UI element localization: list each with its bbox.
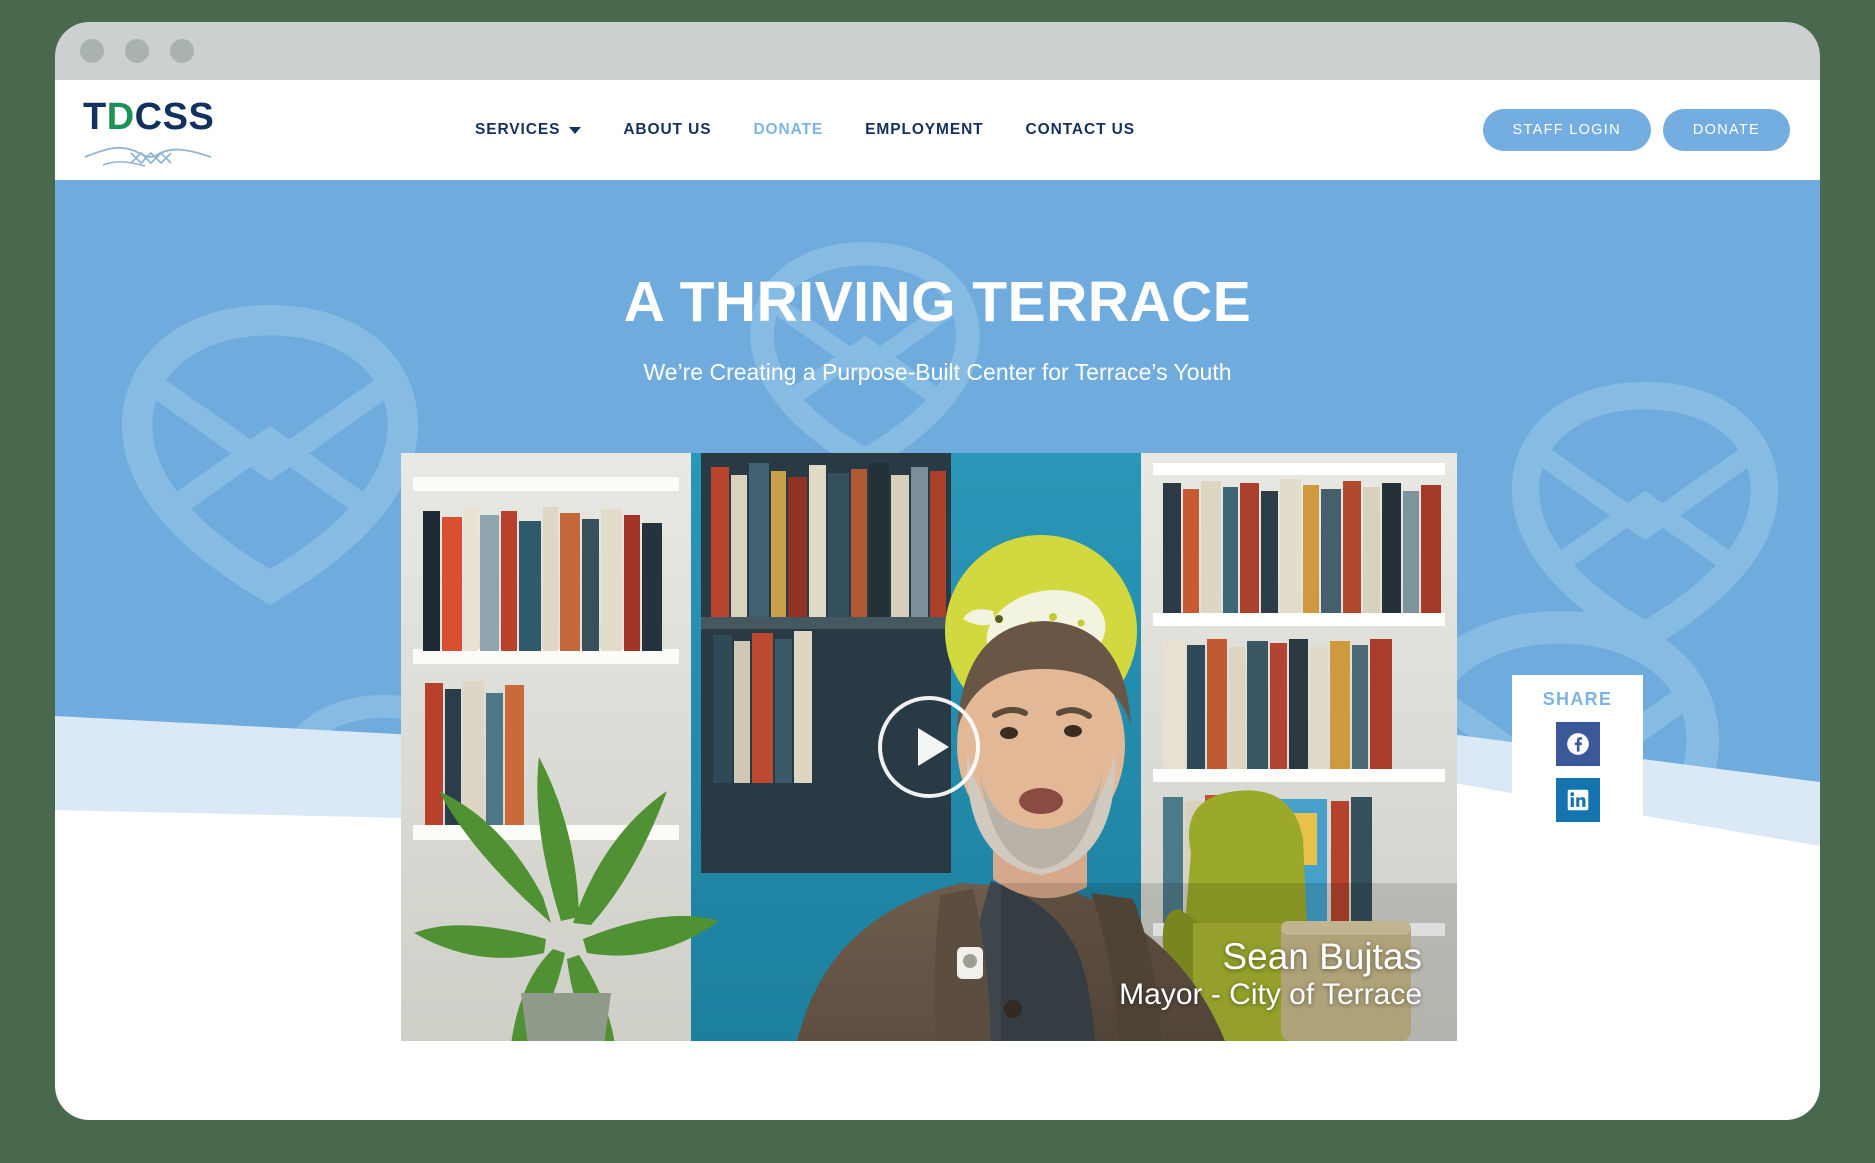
nav-item-donate[interactable]: DONATE	[753, 121, 823, 139]
window-close-dot[interactable]	[80, 39, 104, 63]
window-minimize-dot[interactable]	[125, 39, 149, 63]
nav-item-about-us[interactable]: ABOUT US	[623, 121, 711, 139]
nav-item-services[interactable]: SERVICES	[475, 121, 582, 139]
header-actions: STAFF LOGIN DONATE	[1482, 80, 1790, 180]
mountain-wave-icon	[84, 146, 212, 167]
nav-label-donate: DONATE	[753, 121, 824, 138]
video-caption: Sean Bujtas Mayor - City of Terrace	[1119, 936, 1422, 1013]
linkedin-share-button[interactable]	[1555, 778, 1600, 822]
logo-letter-t: T	[83, 96, 107, 138]
chevron-down-icon	[569, 126, 582, 134]
logo-letters-css: CSS	[134, 96, 215, 138]
facebook-share-button[interactable]	[1555, 722, 1600, 766]
nav-label-employment: EMPLOYMENT	[865, 121, 984, 138]
linkedin-icon	[1567, 789, 1588, 811]
video-player[interactable]: Sean Bujtas Mayor - City of Terrace	[401, 453, 1457, 1041]
nav-item-contact-us[interactable]: CONTACT US	[1026, 121, 1135, 139]
browser-window: TDCSS SERVICES ABOUT US DONATE EMPLOYMEN…	[55, 22, 1820, 1120]
page-title: A THRIVING TERRACE	[623, 270, 1252, 334]
speaker-role: Mayor - City of Terrace	[1119, 978, 1422, 1011]
speaker-name: Sean Bujtas	[1222, 935, 1422, 977]
site-logo[interactable]: TDCSS	[83, 96, 215, 167]
nav-label-contact-us: CONTACT US	[1025, 121, 1136, 138]
nav-label-about-us: ABOUT US	[623, 121, 712, 138]
facebook-icon	[1566, 733, 1589, 755]
header-donate-button[interactable]: DONATE	[1662, 109, 1790, 151]
hero-subtitle: We’re Creating a Purpose-Built Center fo…	[643, 358, 1232, 385]
site-header: TDCSS SERVICES ABOUT US DONATE EMPLOYMEN…	[55, 80, 1820, 180]
nav-label-services: SERVICES	[475, 121, 561, 138]
nav-item-employment[interactable]: EMPLOYMENT	[865, 121, 983, 139]
share-label: SHARE	[1542, 689, 1613, 709]
window-maximize-dot[interactable]	[170, 39, 194, 63]
play-triangle-icon	[918, 728, 949, 766]
play-button[interactable]	[878, 696, 980, 798]
main-navigation: SERVICES ABOUT US DONATE EMPLOYMENT CONT…	[475, 80, 1135, 180]
logo-wordmark: TDCSS	[83, 96, 215, 138]
staff-login-button[interactable]: STAFF LOGIN	[1482, 109, 1651, 151]
browser-titlebar	[55, 22, 1820, 80]
page-viewport: TDCSS SERVICES ABOUT US DONATE EMPLOYMEN…	[55, 80, 1820, 1120]
hero-content: A THRIVING TERRACE We’re Creating a Purp…	[55, 180, 1820, 386]
share-widget: SHARE	[1512, 675, 1643, 843]
logo-letter-d: D	[106, 96, 135, 138]
